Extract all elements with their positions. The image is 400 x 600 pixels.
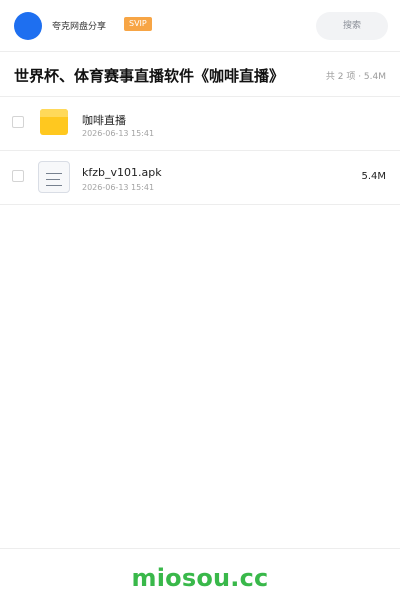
svip-badge[interactable]: SVIP: [124, 17, 152, 31]
app-header: 夸克网盘分享 SVIP 搜索: [0, 0, 400, 52]
share-titlebar: 世界杯、体育赛事直播软件《咖啡直播》 共 2 项 · 5.4M: [0, 52, 400, 97]
document-line-icon: [46, 185, 62, 186]
search-input[interactable]: 搜索: [316, 12, 388, 40]
file-modified-time: 2026-06-13 15:41: [82, 183, 155, 192]
share-summary: 共 2 项 · 5.4M: [325, 72, 386, 82]
file-list-item-folder[interactable]: 咖啡直播 2026-06-13 15:41: [0, 97, 400, 151]
select-file-checkbox[interactable]: [12, 170, 24, 182]
document-line-icon: [46, 179, 60, 180]
file-list: 咖啡直播 2026-06-13 15:41 kfzb_v101.apk 2026…: [0, 97, 400, 205]
footer-divider: [0, 548, 400, 549]
brand-name[interactable]: 夸克网盘分享: [52, 19, 106, 32]
share-title: 世界杯、体育赛事直播软件《咖啡直播》: [14, 67, 285, 85]
file-name[interactable]: 咖啡直播: [82, 112, 126, 128]
site-watermark: miosou.cc: [131, 564, 269, 592]
select-file-checkbox[interactable]: [12, 116, 24, 128]
file-list-item-apk[interactable]: kfzb_v101.apk 2026-06-13 15:41 5.4M: [0, 151, 400, 205]
document-icon: [38, 161, 70, 193]
file-modified-time: 2026-06-13 15:41: [82, 129, 155, 138]
document-line-icon: [46, 173, 62, 174]
folder-icon: [40, 109, 68, 135]
share-page: 夸克网盘分享 SVIP 搜索 世界杯、体育赛事直播软件《咖啡直播》 共 2 项 …: [0, 0, 400, 600]
brand-logo-icon[interactable]: [14, 12, 42, 40]
file-size: 5.4M: [361, 171, 386, 182]
file-name[interactable]: kfzb_v101.apk: [82, 166, 162, 179]
